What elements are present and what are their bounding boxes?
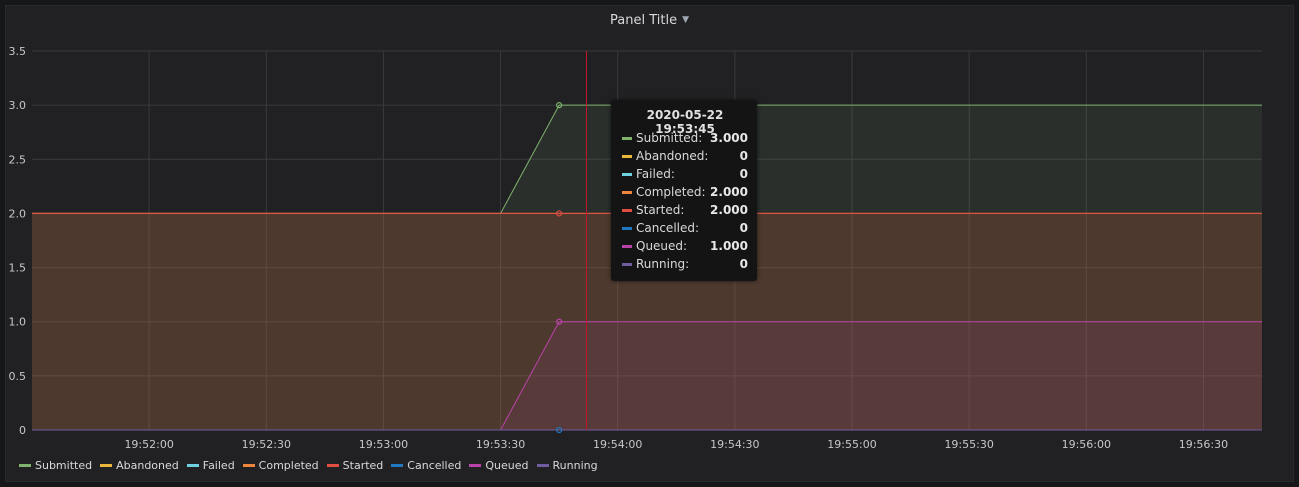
- legend-label: Running: [552, 459, 598, 472]
- legend-swatch: [19, 464, 31, 467]
- x-tick-label: 19:52:00: [124, 438, 173, 451]
- tooltip-series-name: Abandoned:: [636, 149, 709, 163]
- legend-item-queued[interactable]: Queued: [469, 459, 529, 472]
- tooltip-series-name: Queued:: [636, 239, 688, 253]
- legend-swatch: [186, 464, 199, 467]
- legend-swatch: [391, 464, 404, 467]
- tooltip-series-name: Submitted:: [636, 131, 703, 145]
- legend-label: Started: [342, 459, 384, 472]
- x-tick-label: 19:56:00: [1062, 438, 1111, 451]
- y-tick-label: 3.5: [9, 45, 27, 58]
- legend-swatch: [469, 464, 482, 467]
- y-tick-label: 1.0: [9, 316, 27, 329]
- legend-item-failed[interactable]: Failed: [186, 459, 235, 472]
- hover-tooltip: 2020-05-22 19:53:45 Submitted: 3.000 Aband…: [611, 100, 757, 281]
- tooltip-series-name: Completed:: [636, 185, 706, 199]
- legend-swatch: [242, 464, 255, 467]
- tooltip-series-value: 2.000: [710, 185, 748, 199]
- tooltip-series-value: 0: [739, 257, 748, 271]
- x-tick-label: 19:56:30: [1179, 438, 1228, 451]
- x-tick-label: 19:54:00: [593, 438, 642, 451]
- tooltip-rows: Submitted: 3.000 Abandoned: 0 Failed: 0 Comple…: [622, 129, 748, 273]
- x-tick-label: 19:55:00: [827, 438, 876, 451]
- x-tick-label: 19:55:30: [944, 438, 993, 451]
- legend-item-running[interactable]: Running: [536, 459, 598, 472]
- y-tick-label: 0.5: [9, 370, 27, 383]
- legend-item-completed[interactable]: Completed: [242, 459, 319, 472]
- tooltip-row: Failed: 0: [622, 165, 748, 183]
- tooltip-series-name: Running:: [636, 257, 690, 271]
- tooltip-series-value: 0: [739, 221, 748, 235]
- tooltip-series-value: 0: [739, 149, 748, 163]
- tooltip-series-value: 2.000: [710, 203, 748, 217]
- tooltip-time: 2020-05-22 19:53:45: [646, 108, 724, 136]
- x-tick-label: 19:53:00: [359, 438, 408, 451]
- legend-swatch: [536, 464, 549, 467]
- tooltip-series-name: Started:: [636, 203, 685, 217]
- tooltip-series-value: 0: [739, 167, 748, 181]
- x-tick-label: 19:53:30: [476, 438, 525, 451]
- tooltip-row: Abandoned: 0: [622, 147, 748, 165]
- y-tick-label: 3.0: [9, 99, 27, 112]
- tooltip-row: Queued: 1.000: [622, 237, 748, 255]
- x-tick-label: 19:52:30: [242, 438, 291, 451]
- legend-label: Completed: [258, 459, 319, 472]
- legend-label: Submitted: [35, 459, 93, 472]
- legend-swatch: [326, 464, 339, 467]
- legend-label: Failed: [202, 459, 235, 472]
- legend-label: Queued: [485, 459, 529, 472]
- tooltip-series-name: Cancelled:: [636, 221, 700, 235]
- y-tick-label: 0: [19, 424, 26, 437]
- tooltip-row: Completed: 2.000: [622, 183, 748, 201]
- legend-label: Abandoned: [116, 459, 179, 472]
- tooltip-row: Running: 0: [622, 255, 748, 273]
- y-tick-label: 2.5: [9, 153, 27, 166]
- tooltip-row: Cancelled: 0: [622, 219, 748, 237]
- tooltip-swatch: [622, 226, 632, 230]
- legend: Submitted Abandoned Failed Completed Started…: [19, 459, 606, 472]
- tooltip-swatch: [622, 136, 632, 140]
- tooltip-series-name: Failed:: [636, 167, 675, 181]
- tooltip-swatch: [622, 154, 632, 158]
- tooltip-series-value: 1.000: [710, 239, 748, 253]
- tooltip-swatch: [622, 172, 632, 176]
- legend-swatch: [100, 464, 113, 467]
- y-tick-label: 1.5: [9, 262, 27, 275]
- tooltip-row: Started: 2.000: [622, 201, 748, 219]
- legend-item-cancelled[interactable]: Cancelled: [391, 459, 461, 472]
- legend-item-abandoned[interactable]: Abandoned: [100, 459, 179, 472]
- y-tick-label: 2.0: [9, 207, 27, 220]
- tooltip-swatch: [622, 208, 632, 212]
- graph-panel: Panel Title ▼ 0 0.5 1.0 1.5 2.0 2.5 3.0 3.5 19:5…: [5, 5, 1294, 482]
- tooltip-row: Submitted: 3.000: [622, 129, 748, 147]
- legend-label: Cancelled: [407, 459, 462, 472]
- tooltip-swatch: [622, 190, 632, 194]
- tooltip-swatch: [622, 262, 632, 266]
- legend-item-submitted[interactable]: Submitted: [19, 459, 92, 472]
- x-tick-label: 19:54:30: [710, 438, 759, 451]
- tooltip-series-value: 3.000: [710, 131, 748, 145]
- tooltip-swatch: [622, 244, 632, 248]
- legend-item-started[interactable]: Started: [326, 459, 384, 472]
